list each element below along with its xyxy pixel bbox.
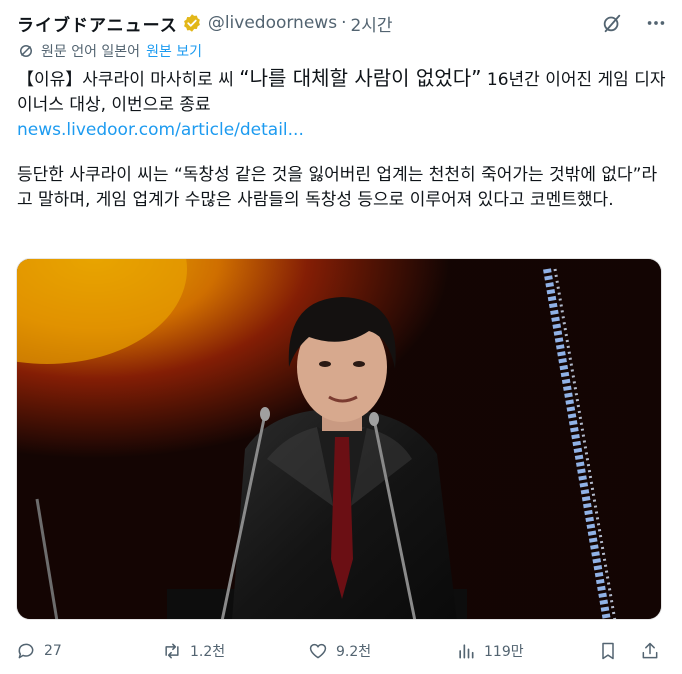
post-header: ライブドアニュース @livedoornews · 2시간 [17,9,668,37]
post-headline: 【이유】사쿠라이 마사히로 씨 “나를 대체할 사람이 없었다” 16년간 이어… [17,66,667,118]
share-button[interactable] [640,641,668,661]
views-count: 119만 [484,644,524,660]
post-time[interactable]: 2시간 [350,11,392,36]
bookmark-button[interactable] [598,641,626,661]
views-button[interactable]: 119만 [456,641,524,661]
translation-notice: 원문 언어 일본어 원본 보기 [17,40,202,62]
like-button[interactable]: 9.2천 [308,641,371,661]
reply-icon [18,643,34,659]
grok-icon[interactable] [600,11,624,35]
author-handle[interactable]: @livedoornews [208,13,337,33]
translation-label: 원문 언어 일본어 [41,44,141,60]
verified-badge-icon [182,13,202,33]
like-count: 9.2천 [336,644,372,660]
bookmark-icon [602,642,614,660]
retweet-icon [165,643,179,659]
views-icon [459,644,474,659]
reply-button[interactable]: 27 [16,641,62,661]
show-original-link[interactable]: 원본 보기 [146,41,202,61]
post-body: 등단한 사쿠라이 씨는 “독창성 같은 것을 잃어버린 업계는 천천히 죽어가는… [17,165,658,210]
post-photo[interactable] [16,258,662,620]
retweet-button[interactable]: 1.2천 [162,641,225,661]
separator-dot: · [341,13,347,33]
headline-quote: “나를 대체할 사람이 없었다” [239,66,482,90]
more-icon[interactable] [644,11,668,35]
action-bar: 27 1.2천 9.2천 119만 [16,638,666,664]
heart-icon [309,643,327,659]
retweet-count: 1.2천 [190,644,226,660]
speaker-photo [17,259,661,619]
headline-prefix: 【이유】사쿠라이 마사히로 씨 [17,70,240,90]
translate-icon [17,42,35,60]
reply-count: 27 [44,643,62,659]
article-link[interactable]: news.livedoor.com/article/detail... [17,118,304,143]
author-name[interactable]: ライブドアニュース [17,11,178,36]
share-icon [642,642,658,659]
